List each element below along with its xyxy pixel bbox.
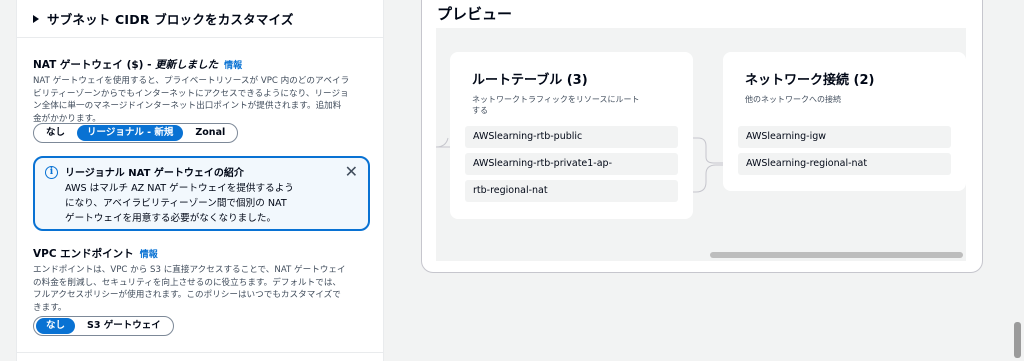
- subnet-cidr-label: サブネット CIDR ブロックをカスタマイズ: [47, 12, 294, 27]
- vpc-endpoint-title-text: VPC エンドポイント: [33, 248, 134, 260]
- preview-canvas[interactable]: ルートテーブル (3) ネットワークトラフィックをリソースにルート する AWS…: [436, 28, 966, 261]
- route-tables-title: ルートテーブル (3): [472, 73, 588, 88]
- nat-gateway-title-updated: 更新しました: [155, 59, 219, 71]
- endpoint-option-s3-gateway[interactable]: S3 ゲートウェイ: [77, 318, 171, 334]
- network-connections-box: ネットワーク接続 (2) 他のネットワークへの接続 AWSlearning-ig…: [723, 52, 966, 191]
- page-vertical-scrollbar[interactable]: [1014, 322, 1021, 358]
- nat-gateway-description-line: NAT ゲートウェイを使用すると、プライベートリソースが VPC 内のどのアベイ…: [33, 76, 350, 86]
- nat-gateway-description-line: ビリティーゾーンからでもインターネットにアクセスできるようになり、リージョ: [33, 88, 349, 99]
- nat-option-none[interactable]: なし: [36, 125, 75, 141]
- route-table-item[interactable]: AWSlearning-rtb-private1-ap-: [465, 153, 678, 175]
- route-tables-description-line: ネットワークトラフィックをリソースにルート: [472, 95, 640, 104]
- nat-gateway-description: NAT ゲートウェイを使用すると、プライベートリソースが VPC 内のどのアベイ…: [33, 75, 373, 125]
- subnet-cidr-expander[interactable]: サブネット CIDR ブロックをカスタマイズ: [17, 0, 383, 38]
- nat-option-zonal[interactable]: Zonal: [185, 125, 235, 141]
- endpoint-option-none[interactable]: なし: [36, 318, 76, 334]
- vpc-endpoint-description-line: きます。: [33, 302, 67, 313]
- nat-gateway-segmented-control: なし リージョナル - 新規 Zonal: [33, 123, 239, 143]
- vpc-settings-panel: サブネット CIDR ブロックをカスタマイズ NAT ゲートウェイ ($) - …: [16, 0, 384, 361]
- alert-body-line: AWS はマルチ AZ NAT ゲートウェイを提供するよう: [65, 183, 294, 194]
- alert-body-line: になり、アベイラビリティーゾーン間で個別の NAT: [65, 198, 287, 209]
- vpc-endpoint-description: エンドポイントは、VPC から S3 に直接アクセスすることで、NAT ゲートウ…: [33, 264, 373, 314]
- network-connection-item[interactable]: AWSlearning-igw: [738, 126, 951, 148]
- vpc-endpoint-section: VPC エンドポイント 情報 エンドポイントは、VPC から S3 に直接アクセ…: [33, 246, 373, 314]
- info-icon: i: [45, 166, 58, 179]
- nat-gateway-description-line: ン全体に単一のマネージドインターネット出口ポイントが提供されます。追加料: [33, 101, 342, 111]
- preview-horizontal-scrollbar[interactable]: [710, 252, 963, 258]
- network-connection-item[interactable]: AWSlearning-regional-nat: [738, 153, 951, 175]
- vpc-endpoint-description-line: フルアクセスポリシーが使用されます。このポリシーはいつでもカスタマイズで: [33, 290, 341, 300]
- network-connections-description: 他のネットワークへの接続: [745, 95, 841, 104]
- vpc-endpoint-title: VPC エンドポイント 情報: [33, 246, 373, 261]
- nat-gateway-section: NAT ゲートウェイ ($) - 更新しました 情報 NAT ゲートウェイを使用…: [33, 57, 373, 125]
- preview-title: プレビュー: [437, 5, 513, 23]
- route-tables-box: ルートテーブル (3) ネットワークトラフィックをリソースにルート する AWS…: [450, 52, 693, 219]
- vpc-endpoint-description-line: エンドポイントは、VPC から S3 に直接アクセスすることで、NAT ゲートウ…: [33, 265, 346, 275]
- section-divider: [17, 352, 383, 353]
- route-tables-description: ネットワークトラフィックをリソースにルート する: [472, 94, 639, 116]
- nat-option-regional-new[interactable]: リージョナル - 新規: [77, 125, 184, 141]
- caret-right-icon: [33, 14, 39, 23]
- nat-gateway-title: NAT ゲートウェイ ($) - 更新しました 情報: [33, 57, 373, 72]
- route-table-item[interactable]: AWSlearning-rtb-public: [465, 126, 678, 148]
- nat-gateway-info-link[interactable]: 情報: [224, 58, 242, 71]
- vpc-endpoint-description-line: の料金を削減し、セキュリティを向上させるのに役立ちます。デフォルトでは、: [33, 277, 342, 288]
- vpc-endpoint-info-link[interactable]: 情報: [140, 247, 158, 260]
- route-table-item[interactable]: rtb-regional-nat: [465, 180, 678, 202]
- route-tables-description-line: する: [472, 106, 488, 115]
- alert-title: リージョナル NAT ゲートウェイの紹介: [65, 168, 244, 179]
- nat-gateway-title-text: NAT ゲートウェイ ($) -: [33, 59, 156, 71]
- close-icon[interactable]: ✕: [345, 164, 358, 180]
- regional-nat-info-alert: i リージョナル NAT ゲートウェイの紹介 AWS はマルチ AZ NAT ゲ…: [33, 156, 370, 231]
- vpc-endpoint-segmented-control: なし S3 ゲートウェイ: [33, 316, 174, 336]
- network-connections-title: ネットワーク接続 (2): [745, 73, 875, 88]
- alert-body-line: ゲートウェイを用意する必要がなくなりました。: [65, 213, 277, 224]
- alert-body: AWS はマルチ AZ NAT ゲートウェイを提供するよう になり、アベイラビリ…: [65, 181, 358, 226]
